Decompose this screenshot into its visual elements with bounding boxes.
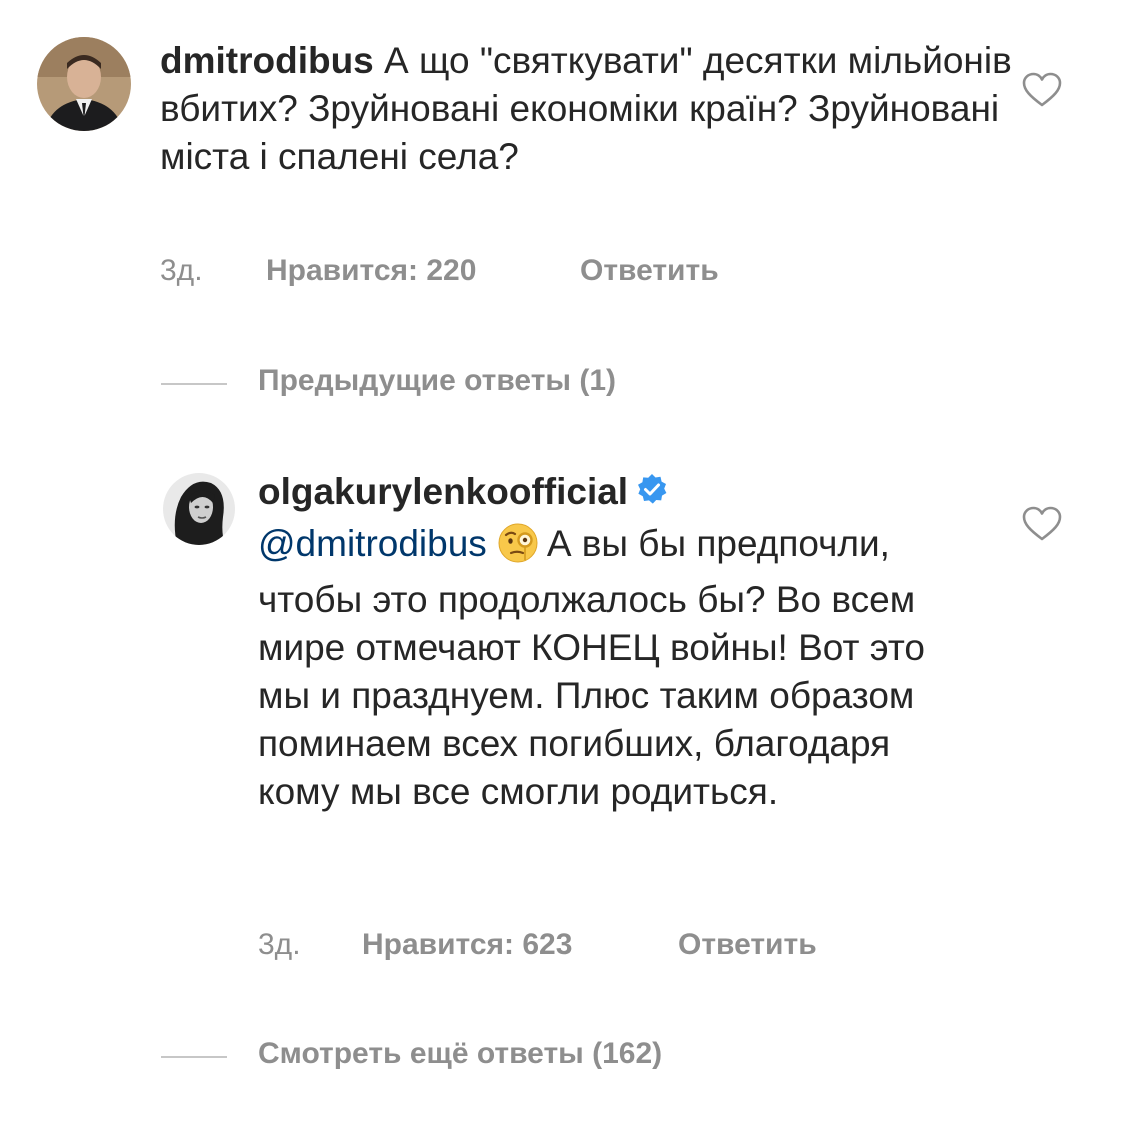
avatar[interactable] [37, 37, 131, 131]
face-with-monocle-icon [497, 522, 539, 576]
like-heart-icon[interactable] [1022, 72, 1062, 108]
more-replies-label: Смотреть ещё ответы (162) [258, 1037, 663, 1070]
divider-line [161, 1056, 227, 1058]
comment-time: 3д. [258, 928, 301, 961]
verified-badge-icon [634, 472, 670, 520]
like-heart-icon[interactable] [1022, 506, 1062, 542]
reply-button[interactable]: Ответить [678, 928, 817, 962]
mention-link[interactable]: @dmitrodibus [258, 523, 487, 564]
comment-time: 3д. [160, 254, 203, 287]
likes-count[interactable]: Нравится: 623 [362, 928, 572, 962]
comment-username[interactable]: dmitrodibus [160, 40, 374, 81]
reply-button[interactable]: Ответить [580, 254, 719, 288]
comment-body: olgakurylenkoofficial @dmitrodibus А вы … [258, 468, 978, 816]
comment-text: А вы бы предпочли, чтобы это продолжалос… [258, 523, 925, 812]
comment-username[interactable]: olgakurylenkoofficial [258, 471, 628, 512]
previous-replies-label: Предыдущие ответы (1) [258, 364, 617, 397]
view-more-replies-toggle[interactable]: Смотреть ещё ответы (162) [161, 1037, 811, 1073]
comment-body: dmitrodibus А що "святкувати" десятки мі… [160, 37, 1020, 181]
previous-replies-toggle[interactable]: Предыдущие ответы (1) [161, 364, 761, 400]
likes-count[interactable]: Нравится: 220 [266, 254, 476, 288]
divider-line [161, 383, 227, 385]
avatar[interactable] [163, 473, 235, 545]
